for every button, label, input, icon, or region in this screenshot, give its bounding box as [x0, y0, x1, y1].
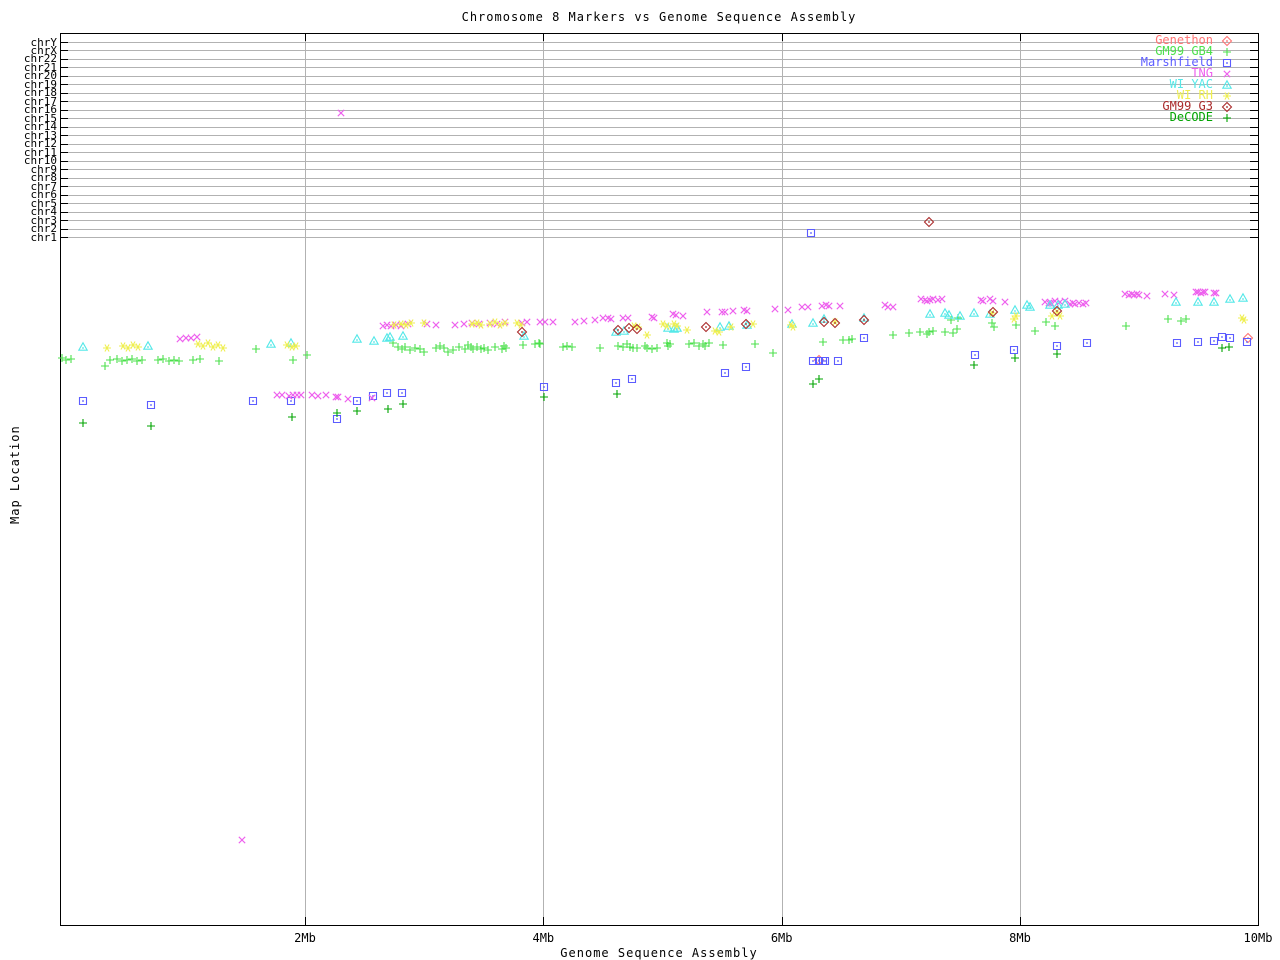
y-tick-label-chr1: chr1 — [30, 230, 58, 244]
series-gm99-g3 — [516, 216, 1063, 338]
plus-marker-icon — [1223, 113, 1231, 122]
x-tick-label-8Mb: 8Mb — [1009, 931, 1031, 945]
x-tick-label-2Mb: 2Mb — [294, 931, 316, 945]
legend-item-tng: TNG — [1083, 67, 1253, 79]
data-points — [58, 109, 1254, 844]
y-axis-label: Map Location — [8, 425, 22, 524]
legend-item-marshfield: Marshfield — [1083, 56, 1253, 68]
series-genethon — [813, 332, 1254, 366]
legend-item-gm99-g3: GM99 G3 — [1083, 100, 1253, 112]
chart-title: Chromosome 8 Markers vs Genome Sequence … — [461, 10, 857, 24]
x-tick-label-6Mb: 6Mb — [770, 931, 793, 945]
chart-canvas: Chromosome 8 Markers vs Genome Sequence … — [0, 0, 1280, 960]
x-axis-label: Genome Sequence Assembly — [560, 946, 758, 960]
x-tick-label-10Mb: 10Mb — [1243, 931, 1273, 945]
plot-area — [58, 33, 1259, 926]
legend-item-wi-yac: WI YAC — [1083, 78, 1253, 90]
gridlines — [60, 33, 1258, 925]
series-decode — [79, 343, 1233, 430]
series-dots — [818, 337, 1249, 361]
series-tng — [176, 109, 1220, 844]
legend: Genethon GM99 GB4 Marshfield TNG WI YAC WI RH… — [1083, 34, 1253, 124]
legend-label: DeCODE — [1169, 110, 1213, 124]
legend-item-decode: DeCODE — [1083, 110, 1253, 124]
x-tick-label-4Mb: 4Mb — [532, 931, 555, 945]
axes-border — [60, 33, 1259, 926]
